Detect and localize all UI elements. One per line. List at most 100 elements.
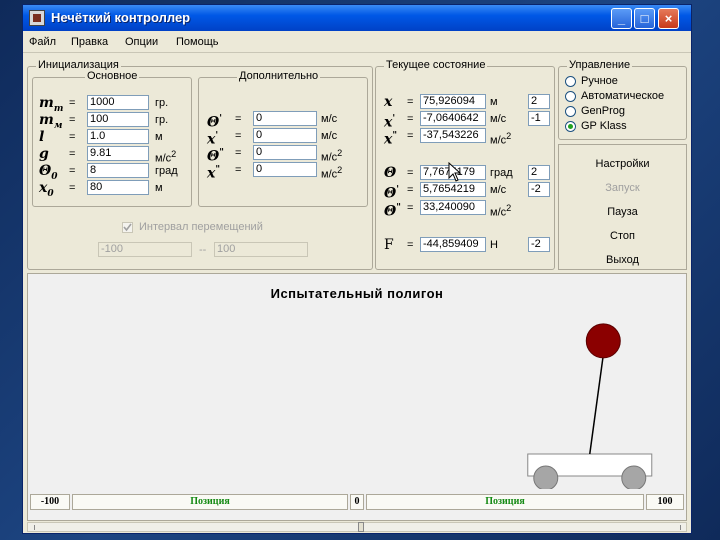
param-input[interactable]: 100 — [87, 112, 149, 127]
param-unit: град — [155, 165, 178, 177]
state-symbol: F — [384, 237, 394, 253]
pendulum-pole — [589, 354, 605, 455]
state-symbol: x — [384, 94, 393, 110]
control-group-title: Управление — [567, 59, 633, 71]
state-value-field: 5,7654219 — [420, 182, 486, 197]
slider-tick — [680, 525, 681, 530]
init-main-group: Основное mт = 1000 гр. mм = 100 гр. l = 1.0 м g = 9.81… — [32, 70, 192, 207]
fuzzy-level-field: 2 — [528, 94, 550, 109]
init-extra-title: Дополнительно — [237, 70, 321, 82]
extra-param-input[interactable]: 0 — [253, 162, 317, 177]
param-symbol: x" — [207, 165, 221, 182]
state-value-field: 75,926094 — [420, 94, 486, 109]
state-value-field: -7,0640642 — [420, 111, 486, 126]
param-input[interactable]: 80 — [87, 180, 149, 195]
equals-sign: = — [407, 167, 414, 179]
control-mode-label: GP Klass — [581, 120, 627, 132]
state-symbol: Θ" — [384, 203, 401, 220]
state-unit: м/с2 — [490, 131, 512, 147]
extra-param-input[interactable]: 0 — [253, 128, 317, 143]
radio-button[interactable] — [565, 91, 576, 102]
exit-button[interactable]: Выход — [559, 253, 686, 268]
param-input[interactable]: 9.81 — [87, 146, 149, 161]
app-window: Нечёткий контроллер _ □ × Файл Правка Оп… — [22, 4, 692, 534]
param-input[interactable]: 8 — [87, 163, 149, 178]
radio-button[interactable] — [565, 106, 576, 117]
state-unit: м/с — [490, 113, 507, 125]
title-bar[interactable]: Нечёткий контроллер _ □ × — [23, 5, 691, 31]
state-unit: Н — [490, 239, 498, 251]
interval-label: Интервал перемещений — [139, 221, 263, 233]
equals-sign: = — [69, 114, 76, 126]
equals-sign: = — [407, 202, 414, 214]
state-group: Текущее состояние x = 75,926094 м 2 x' = -7,064… — [375, 59, 555, 270]
param-unit: м — [155, 131, 163, 143]
fuzzy-level-field: -2 — [528, 237, 550, 252]
menu-edit[interactable]: Правка — [71, 36, 108, 48]
slider-tick — [34, 525, 35, 530]
equals-sign: = — [235, 164, 242, 176]
settings-button[interactable]: Настройки — [559, 157, 686, 172]
fuzzy-level-field: -1 — [528, 111, 550, 126]
maximize-button[interactable]: □ — [634, 8, 655, 29]
state-group-title: Текущее состояние — [384, 59, 488, 71]
position-left-label: Позиция — [72, 494, 348, 510]
window-title: Нечёткий контроллер — [51, 10, 191, 25]
param-unit: м/с — [321, 113, 338, 125]
start-button[interactable]: Запуск — [559, 181, 686, 196]
radio-button[interactable] — [565, 76, 576, 87]
interval-from-field[interactable]: -100 — [98, 242, 192, 257]
radio-button[interactable] — [565, 121, 576, 132]
control-mode-label: GenProg — [581, 105, 626, 117]
cart-wheel-right — [621, 465, 647, 489]
param-input[interactable]: 1.0 — [87, 129, 149, 144]
param-unit: гр. — [155, 114, 169, 126]
menu-options[interactable]: Опции — [125, 36, 158, 48]
equals-sign: = — [235, 130, 242, 142]
state-unit: град — [490, 167, 513, 179]
cart-wheel-left — [533, 465, 559, 489]
control-mode-label: Автоматическое — [581, 90, 665, 102]
minimize-button[interactable]: _ — [611, 8, 632, 29]
extra-param-input[interactable]: 0 — [253, 111, 317, 126]
pause-button[interactable]: Пауза — [559, 205, 686, 220]
menu-help[interactable]: Помощь — [176, 36, 219, 48]
state-symbol: x" — [384, 131, 398, 148]
close-button[interactable]: × — [658, 8, 679, 29]
init-extra-group: Дополнительно Θ' = 0 м/с x' = 0 м/с Θ" = 0 м/с2 x" = 0… — [198, 70, 368, 207]
equals-sign: = — [69, 97, 76, 109]
equals-sign: = — [235, 147, 242, 159]
param-unit: м — [155, 182, 163, 194]
test-arena: Испытательный полигон -100 Позиция 0 Поз… — [27, 273, 687, 521]
state-value-field: -44,859409 — [420, 237, 486, 252]
state-value-field: 7,7675179 — [420, 165, 486, 180]
menu-file[interactable]: Файл — [29, 36, 56, 48]
control-group: Управление Ручное Автоматическое GenProg GP… — [558, 59, 687, 140]
param-unit: гр. — [155, 97, 169, 109]
app-icon — [29, 10, 45, 26]
param-symbol: l — [39, 129, 45, 145]
equals-sign: = — [407, 96, 414, 108]
equals-sign: = — [407, 239, 414, 251]
param-input[interactable]: 1000 — [87, 95, 149, 110]
interval-checkbox[interactable] — [122, 222, 133, 233]
param-unit: м/с — [321, 130, 338, 142]
slider-thumb[interactable] — [358, 522, 364, 532]
position-slider[interactable] — [27, 522, 687, 532]
extra-param-input[interactable]: 0 — [253, 145, 317, 160]
fuzzy-level-field: 2 — [528, 165, 550, 180]
param-symbol: x0 — [39, 180, 54, 199]
stop-button[interactable]: Стоп — [559, 229, 686, 244]
interval-separator: -- — [199, 244, 207, 256]
commands-panel: Настройки Запуск Пауза Стоп Выход — [558, 144, 687, 270]
init-main-title: Основное — [85, 70, 140, 82]
interval-to-field[interactable]: 100 — [214, 242, 308, 257]
state-value-field: 33,240090 — [420, 200, 486, 215]
equals-sign: = — [69, 182, 76, 194]
pendulum-ball — [585, 323, 621, 359]
control-mode-label: Ручное — [581, 75, 618, 87]
init-group: Инициализация Основное mт = 1000 гр. mм = 100 г… — [27, 59, 373, 270]
state-symbol: Θ' — [384, 185, 399, 202]
state-symbol: Θ — [384, 165, 397, 181]
equals-sign: = — [407, 184, 414, 196]
